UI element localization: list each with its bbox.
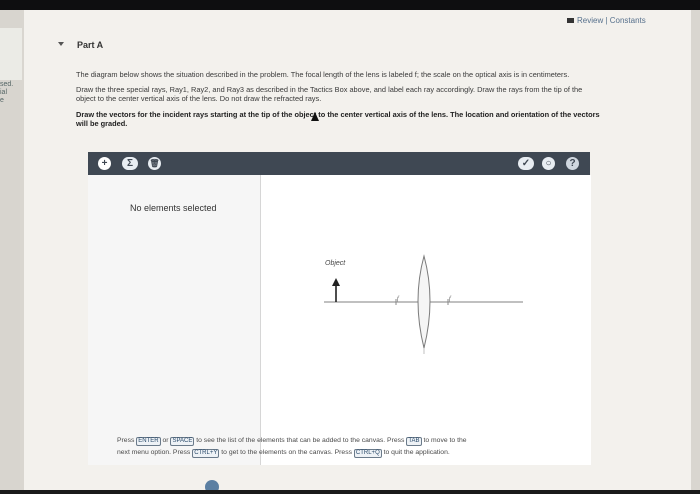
add-element-button[interactable]: + (98, 157, 111, 170)
check-dropdown-button[interactable]: ✓ (518, 157, 534, 170)
key-enter: ENTER (136, 437, 161, 446)
optics-diagram: f f (324, 254, 523, 354)
lens (417, 254, 431, 349)
help-press: Press (117, 437, 135, 444)
trash-icon[interactable]: 🗑 (148, 157, 161, 170)
key-ctrl-q: CTRL+Q (353, 449, 382, 458)
instruction-paragraph-3-line-2: will be graded. (76, 119, 128, 128)
focal-label-right: f (449, 295, 452, 302)
key-tab: TAB (406, 437, 422, 446)
help-button[interactable]: ? (566, 157, 579, 170)
focal-label-left: f (397, 295, 400, 302)
help-or: or (162, 437, 169, 444)
sigma-button[interactable]: Σ (122, 157, 138, 170)
help-text-4: to get to the elements on the canvas. Pr… (221, 449, 352, 456)
help-text-1: to see the list of the elements that can… (196, 437, 405, 444)
sidebar-text-3: e (0, 97, 4, 104)
left-panel (0, 28, 22, 80)
object-arrow-head (332, 278, 340, 286)
drawing-toolbar: + Σ 🗑 ✓ ○ ? (88, 152, 590, 175)
review-link-label: Review | Constants (577, 16, 646, 25)
help-text-3: next menu option. Press (117, 449, 191, 456)
collapse-caret-icon[interactable] (58, 42, 64, 46)
keyboard-help-line-2: next menu option. Press CTRL+Y to get to… (117, 448, 450, 458)
help-text-2: to move to the (423, 437, 467, 444)
review-icon (567, 18, 574, 23)
part-title[interactable]: Part A (77, 40, 103, 50)
top-dark-strip (0, 0, 700, 10)
key-space: SPACE (170, 437, 195, 446)
element-side-panel (88, 175, 261, 465)
keyboard-help-line-1: Press ENTER or SPACE to see the list of … (117, 436, 467, 446)
mouse-cursor-icon (311, 112, 319, 121)
no-elements-selected-text: No elements selected (130, 203, 217, 213)
instruction-paragraph-1: The diagram below shows the situation de… (76, 70, 570, 79)
help-text-5: to quit the application. (383, 449, 450, 456)
reset-button[interactable]: ○ (542, 157, 555, 170)
instruction-paragraph-3-line-1: Draw the vectors for the incident rays s… (76, 110, 600, 119)
review-constants-link[interactable]: Review | Constants (567, 16, 646, 25)
bottom-dark-strip (0, 490, 700, 494)
object-label: Object (325, 260, 346, 267)
instruction-paragraph-2-line-2: object to the center vertical axis of th… (76, 94, 322, 103)
key-ctrl-y: CTRL+Y (192, 449, 220, 458)
instruction-paragraph-2-line-1: Draw the three special rays, Ray1, Ray2,… (76, 85, 583, 94)
